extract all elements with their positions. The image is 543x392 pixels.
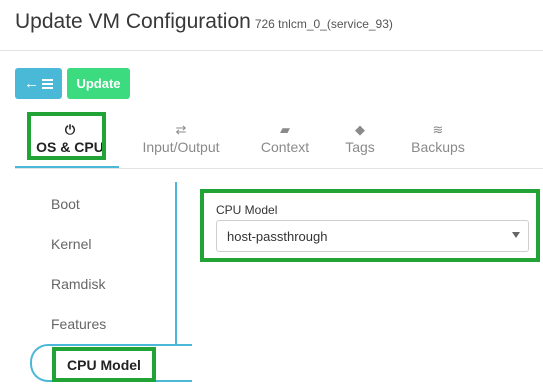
- tag-icon: ◆: [355, 122, 365, 137]
- side-item-boot[interactable]: Boot: [51, 196, 80, 212]
- cpu-model-value: host-passthrough: [227, 228, 328, 244]
- tab-label: Input/Output: [142, 139, 220, 155]
- page-title-text: Update VM Configuration: [15, 10, 251, 33]
- tab-backups[interactable]: ≋ Backups: [408, 108, 468, 168]
- update-button[interactable]: Update: [67, 68, 130, 99]
- page-title: Update VM Configuration 726 tnlcm_0_(serv…: [15, 10, 393, 34]
- side-item-cpu-model[interactable]: CPU Model: [52, 347, 156, 382]
- tab-tags[interactable]: ◆ Tags: [340, 108, 380, 168]
- page-header: Update VM Configuration 726 tnlcm_0_(serv…: [0, 0, 543, 51]
- caret-down-icon: [512, 232, 520, 238]
- vm-identifier: 726 tnlcm_0_(service_93): [254, 17, 393, 31]
- back-list-icon: ←: [24, 76, 53, 91]
- side-item-features[interactable]: Features: [51, 316, 106, 332]
- cpu-model-select[interactable]: host-passthrough: [216, 220, 529, 252]
- active-tab-indicator: [15, 166, 119, 168]
- back-button[interactable]: ←: [15, 68, 62, 99]
- tab-label: Tags: [345, 139, 375, 155]
- side-item-ramdisk[interactable]: Ramdisk: [51, 276, 105, 292]
- tab-label: Backups: [411, 139, 465, 155]
- tab-label: Context: [260, 139, 310, 155]
- cpu-model-label: CPU Model: [216, 203, 278, 217]
- exchange-icon: ⇄: [175, 122, 187, 137]
- tab-input-output[interactable]: ⇄ Input/Output: [136, 108, 226, 168]
- database-icon: ≋: [432, 122, 444, 137]
- side-item-kernel[interactable]: Kernel: [51, 236, 91, 252]
- cpu-model-field: CPU Model host-passthrough: [200, 189, 540, 262]
- tab-context[interactable]: ▰ Context: [255, 108, 315, 168]
- os-cpu-tab-highlight: [27, 112, 106, 160]
- folder-icon: ▰: [280, 122, 290, 137]
